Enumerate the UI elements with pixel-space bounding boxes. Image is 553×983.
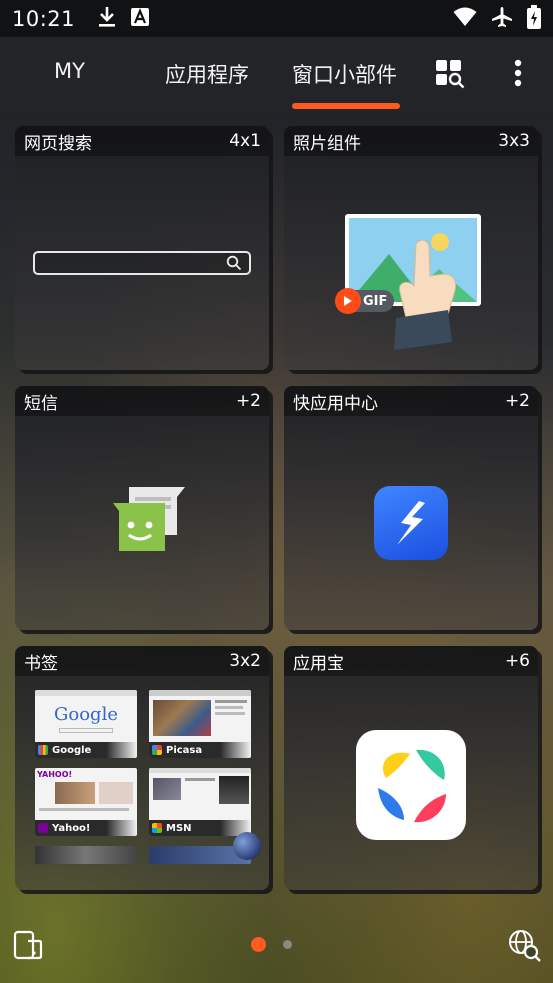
tab-bar: MY 应用程序 窗口小部件 xyxy=(0,37,553,111)
widget-size: 3x3 xyxy=(498,131,530,151)
photo-illustration xyxy=(334,214,484,354)
bookmark-google: Google Google xyxy=(35,690,137,758)
globe-icon xyxy=(233,832,261,860)
tab-my[interactable]: MY xyxy=(54,59,85,83)
widget-size: +2 xyxy=(504,391,530,411)
app-store-icon xyxy=(356,730,466,840)
widget-web-search[interactable]: 网页搜索 4x1 xyxy=(15,126,269,370)
widget-app-store[interactable]: 应用宝 +6 xyxy=(284,646,538,890)
msn-favicon xyxy=(152,823,162,833)
widget-size: +6 xyxy=(504,651,530,671)
google-favicon xyxy=(38,745,48,755)
bookmarks-grid: Google Google Picasa YAHOO! Yahoo! MSN xyxy=(33,688,261,868)
message-app-icon xyxy=(109,483,189,563)
airplane-icon xyxy=(491,6,513,32)
download-icon xyxy=(97,6,117,32)
gif-badge: GIF xyxy=(335,288,395,314)
page-indicator-active xyxy=(251,937,266,952)
font-icon xyxy=(131,7,150,30)
phone-tablet-icon[interactable] xyxy=(12,929,44,965)
widget-quick-app-center[interactable]: 快应用中心 +2 xyxy=(284,386,538,630)
bookmark-label: Picasa xyxy=(166,744,203,756)
widget-title: 短信 xyxy=(24,393,58,414)
widget-title: 网页搜索 xyxy=(24,133,92,154)
widget-bookmarks[interactable]: 书签 3x2 Google Google Picasa YAHOO! Yahoo… xyxy=(15,646,269,890)
widget-size: 4x1 xyxy=(229,131,261,151)
search-icon xyxy=(226,255,242,275)
bookmark-msn: MSN xyxy=(149,768,251,836)
widget-search-icon[interactable] xyxy=(435,59,465,89)
more-vert-icon[interactable] xyxy=(508,59,538,89)
status-time: 10:21 xyxy=(12,6,76,31)
quick-app-icon xyxy=(374,486,448,560)
play-icon xyxy=(335,288,361,314)
picasa-favicon xyxy=(152,745,162,755)
widget-title: 快应用中心 xyxy=(293,393,378,414)
wifi-icon xyxy=(453,7,477,31)
bookmark-label: MSN xyxy=(166,822,192,834)
status-bar: 10:21 xyxy=(0,0,553,37)
active-tab-indicator xyxy=(292,103,400,109)
widget-sms[interactable]: 短信 +2 xyxy=(15,386,269,630)
bookmark-label: Google xyxy=(52,744,92,756)
tab-widgets[interactable]: 窗口小部件 xyxy=(292,59,397,89)
yahoo-favicon xyxy=(38,823,48,833)
bookmark-yahoo: YAHOO! Yahoo! xyxy=(35,768,137,836)
battery-icon xyxy=(527,4,541,33)
widget-title: 照片组件 xyxy=(293,133,361,154)
page-indicator-inactive xyxy=(283,940,292,949)
bookmark-label: Yahoo! xyxy=(52,822,91,834)
google-logo: Google xyxy=(54,704,118,725)
yahoo-logo: YAHOO! xyxy=(37,770,73,779)
widget-size: 3x2 xyxy=(229,651,261,671)
search-bar-preview xyxy=(33,251,251,275)
widget-photo[interactable]: 照片组件 3x3 GIF xyxy=(284,126,538,370)
widget-size: +2 xyxy=(235,391,261,411)
bookmark-partial-left xyxy=(35,846,137,864)
bottom-bar xyxy=(0,920,553,970)
widget-title: 应用宝 xyxy=(293,653,344,674)
tab-apps[interactable]: 应用程序 xyxy=(165,59,249,89)
bookmark-picasa: Picasa xyxy=(149,690,251,758)
widget-title: 书签 xyxy=(24,653,58,674)
globe-search-icon[interactable] xyxy=(507,928,541,966)
